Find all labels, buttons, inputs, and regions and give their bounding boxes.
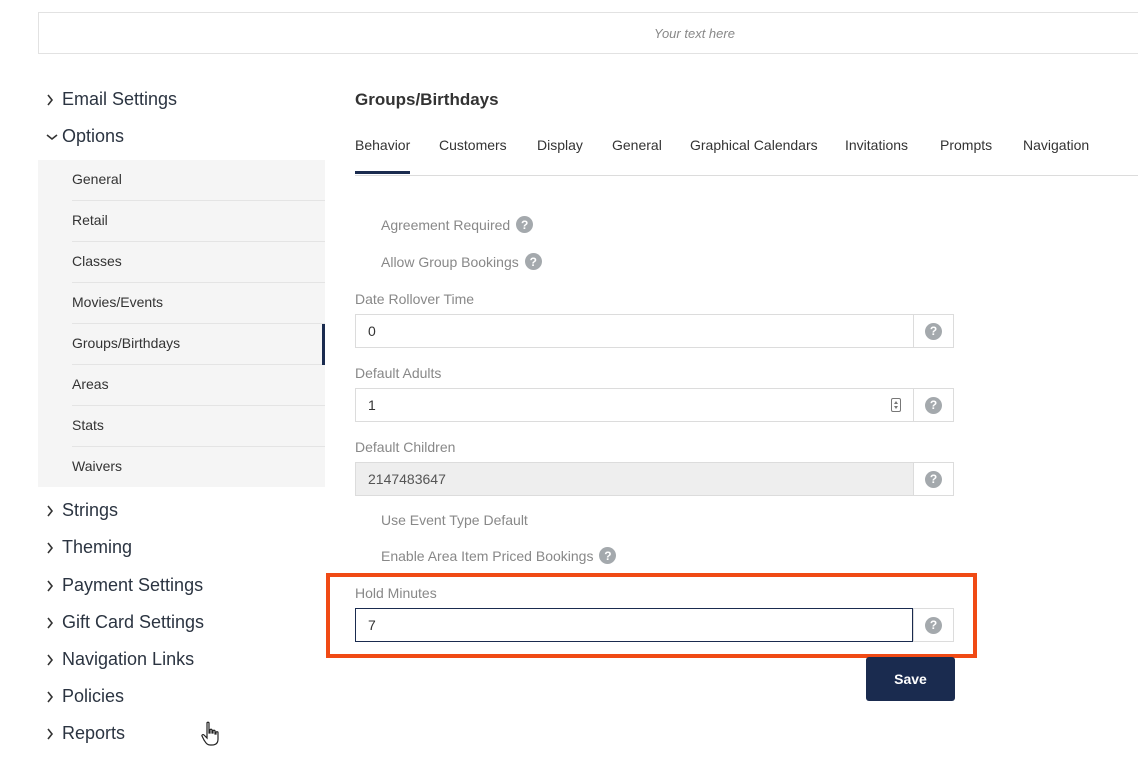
subnav-item-label: Waivers	[72, 458, 123, 474]
number-spinner-icon[interactable]	[891, 398, 901, 412]
chevron-right-icon	[46, 691, 62, 703]
default-adults-label: Default Adults	[355, 365, 442, 381]
agreement-required-option[interactable]: Agreement Required ?	[381, 216, 534, 233]
subnav-item-label: Groups/Birthdays	[72, 335, 181, 351]
default-children-group: 2147483647 ?	[355, 462, 954, 496]
sidebar-section-label: Navigation Links	[62, 649, 195, 669]
option-label: Enable Area Item Priced Bookings	[381, 547, 594, 564]
subnav-item-waivers[interactable]: Waivers	[72, 447, 325, 488]
help-addon: ?	[913, 462, 954, 496]
subnav-item-label: General	[72, 171, 122, 187]
sidebar-section-gift-card-settings[interactable]: Gift Card Settings	[46, 612, 204, 633]
option-label: Allow Group Bookings	[381, 253, 519, 270]
chevron-right-icon	[46, 580, 62, 592]
help-icon[interactable]: ?	[925, 396, 942, 414]
tab-behavior[interactable]: Behavior	[355, 137, 411, 174]
default-adults-input[interactable]: 1	[355, 388, 913, 422]
help-icon[interactable]: ?	[599, 547, 617, 564]
sidebar-section-reports[interactable]: Reports	[46, 723, 125, 744]
page-title: Groups/Birthdays	[355, 90, 499, 109]
sidebar-section-options[interactable]: Options	[46, 126, 124, 147]
subnav-item-label: Areas	[72, 376, 109, 392]
chevron-right-icon	[46, 728, 62, 740]
help-icon[interactable]: ?	[524, 253, 542, 270]
allow-group-bookings-option[interactable]: Allow Group Bookings ?	[381, 253, 542, 270]
sidebar-section-label: Options	[62, 126, 125, 146]
tab-customers[interactable]: Customers	[439, 137, 507, 174]
sidebar-section-strings[interactable]: Strings	[46, 500, 118, 521]
save-button[interactable]: Save	[866, 657, 955, 701]
sidebar-section-label: Strings	[62, 500, 119, 520]
subnav-item-label: Stats	[72, 417, 104, 433]
options-subnav: General Retail Classes Movies/Events Gro…	[38, 160, 325, 487]
sidebar-section-label: Policies	[62, 686, 125, 706]
tab-prompts[interactable]: Prompts	[940, 137, 992, 174]
tab-invitations[interactable]: Invitations	[845, 137, 908, 174]
sidebar-section-payment-settings[interactable]: Payment Settings	[46, 575, 203, 596]
hand-cursor-icon	[201, 721, 221, 752]
chevron-right-icon	[46, 654, 62, 666]
sidebar-section-label: Gift Card Settings	[62, 612, 205, 632]
sidebar-section-navigation-links[interactable]: Navigation Links	[46, 649, 194, 670]
option-label: Use Event Type Default	[381, 512, 528, 528]
subnav-item-groups-birthdays[interactable]: Groups/Birthdays	[72, 324, 325, 365]
chevron-right-icon	[46, 617, 62, 629]
chevron-right-icon	[46, 94, 62, 106]
banner-text: Your text here	[654, 26, 735, 41]
subnav-item-label: Retail	[72, 212, 108, 228]
highlight-box	[326, 573, 977, 658]
help-addon: ?	[913, 314, 954, 348]
sidebar-section-policies[interactable]: Policies	[46, 686, 124, 707]
subnav-item-classes[interactable]: Classes	[72, 242, 325, 283]
sidebar-section-label: Reports	[62, 723, 126, 743]
help-icon[interactable]: ?	[925, 470, 942, 488]
sidebar-section-label: Email Settings	[62, 89, 178, 109]
default-adults-value: 1	[368, 397, 376, 413]
tab-display[interactable]: Display	[537, 137, 583, 174]
default-adults-group: 1 ?	[355, 388, 954, 422]
chevron-right-icon	[46, 542, 62, 554]
help-addon: ?	[913, 388, 954, 422]
tab-general[interactable]: General	[612, 137, 662, 174]
subnav-item-general[interactable]: General	[72, 160, 325, 201]
subnav-item-areas[interactable]: Areas	[72, 365, 325, 406]
default-children-input: 2147483647	[355, 462, 913, 496]
chevron-right-icon	[46, 505, 62, 517]
help-icon[interactable]: ?	[516, 216, 534, 233]
date-rollover-time-label: Date Rollover Time	[355, 291, 475, 307]
tab-navigation[interactable]: Navigation	[1023, 137, 1089, 174]
active-indicator	[322, 324, 325, 365]
sidebar-section-label: Payment Settings	[62, 575, 204, 595]
sidebar-section-label: Theming	[62, 537, 133, 557]
subnav-item-movies-events[interactable]: Movies/Events	[72, 283, 325, 324]
use-event-type-default-option[interactable]: Use Event Type Default	[381, 512, 528, 528]
subnav-item-stats[interactable]: Stats	[72, 406, 325, 447]
sidebar-section-theming[interactable]: Theming	[46, 537, 132, 558]
tab-graphical-calendars[interactable]: Graphical Calendars	[690, 137, 818, 174]
option-label: Agreement Required	[381, 216, 511, 233]
date-rollover-time-input[interactable]: 0	[355, 314, 913, 348]
subnav-item-label: Movies/Events	[72, 294, 164, 310]
chevron-down-icon	[46, 133, 62, 141]
sidebar-section-email-settings[interactable]: Email Settings	[46, 89, 177, 110]
enable-area-item-priced-option[interactable]: Enable Area Item Priced Bookings ?	[381, 547, 617, 564]
tab-bar: Behavior Customers Display General Graph…	[355, 128, 1138, 176]
default-children-label: Default Children	[355, 439, 456, 455]
help-icon[interactable]: ?	[925, 322, 942, 340]
top-banner: Your text here	[38, 12, 1138, 54]
date-rollover-time-group: 0 ?	[355, 314, 954, 348]
subnav-item-retail[interactable]: Retail	[72, 201, 325, 242]
subnav-item-label: Classes	[72, 253, 122, 269]
